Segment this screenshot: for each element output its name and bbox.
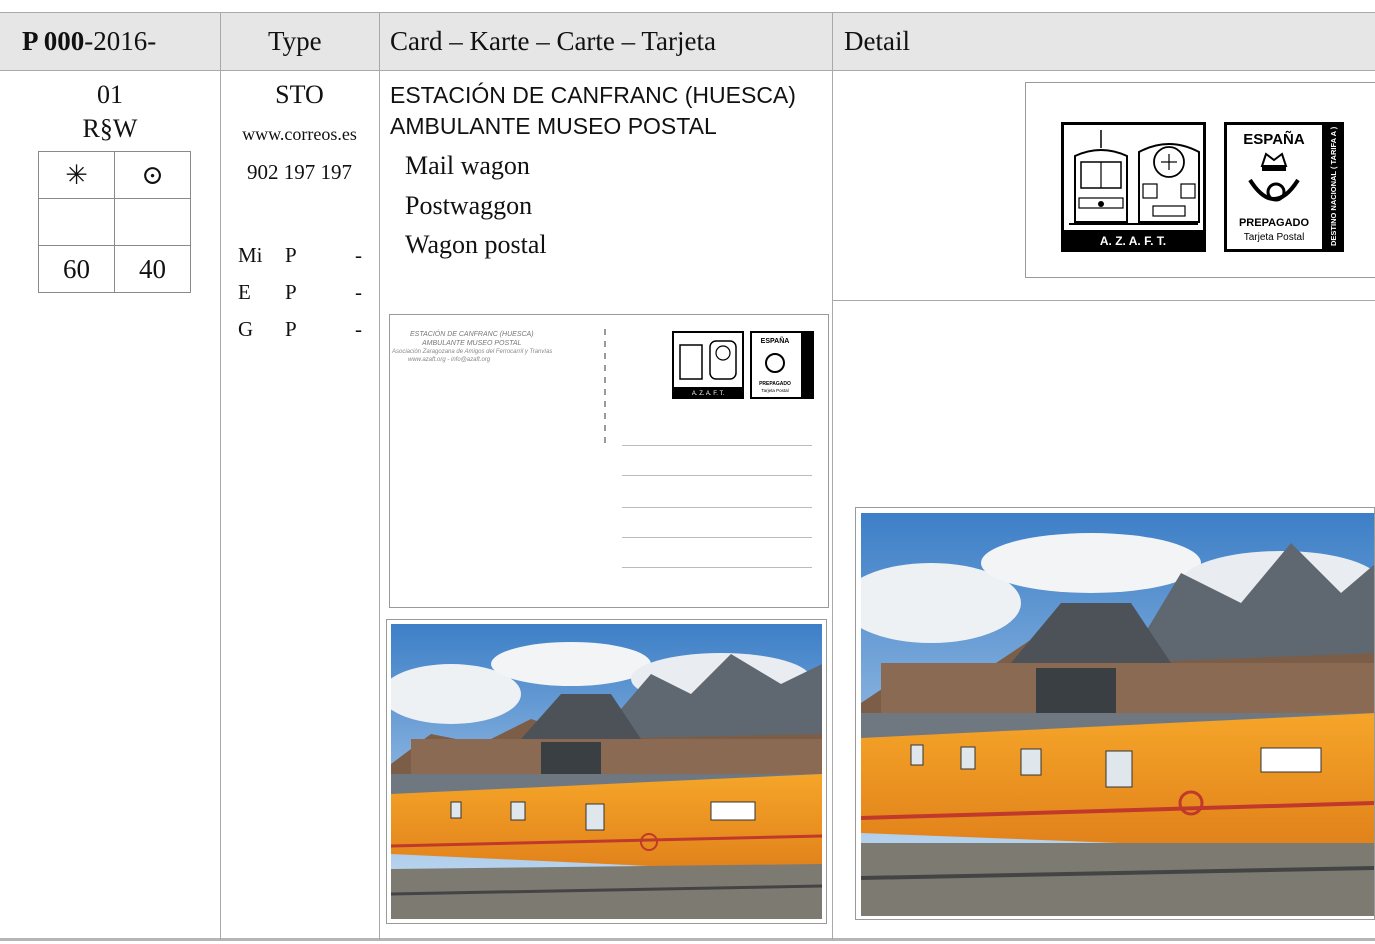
header-detail: Detail: [844, 26, 910, 56]
card-back-text-2: AMBULANTE MUSEO POSTAL: [422, 340, 522, 347]
header-top-border: [0, 12, 1375, 13]
empty-cell-used: [114, 198, 191, 246]
card-type-label: Tarjeta Postal: [1244, 232, 1305, 243]
stamp-detail-box: A. Z. A. F. T. DESTINO NACIONAL ( TARIFA…: [1025, 82, 1375, 278]
address-line-2: [622, 475, 812, 476]
catalog-code-g: P: [285, 317, 297, 341]
name-en: Mail wagon: [405, 151, 530, 180]
header-card: Card – Karte – Carte – Tarjeta: [390, 26, 716, 56]
detail-divider: [832, 300, 1375, 301]
catalog-code-e: P: [285, 280, 297, 304]
mini-azaft: A. Z. A. F. T.: [692, 391, 725, 397]
card-back-divider: [604, 329, 606, 449]
address-line-4: [622, 537, 812, 538]
destino-label: DESTINO NACIONAL ( TARIFA A ): [1329, 126, 1338, 246]
address-line-3: [622, 507, 812, 508]
used-icon: ⊙: [114, 151, 191, 199]
country-label: ESPAÑA: [1243, 130, 1305, 148]
mini-prepaid: PREPAGADO: [759, 381, 791, 387]
catalog-value-e: -: [355, 280, 362, 304]
catalog-name-mi: Mi: [238, 243, 263, 267]
station-train-photo: [387, 624, 823, 919]
name-de: Postwaggon: [405, 191, 533, 220]
header-type: Type: [268, 26, 322, 56]
address-line-1: [622, 445, 812, 446]
mini-card-type: Tarjeta Postal: [761, 388, 788, 393]
card-back-text-3: Asociación Zaragozana de Amigos del Ferr…: [392, 349, 553, 355]
mint-icon: ✳: [38, 151, 115, 199]
website: www.correos.es: [242, 124, 357, 144]
item-code: R§W: [82, 114, 138, 143]
catalog-value-g: -: [355, 317, 362, 341]
card-back-postal-stamp: ESPAÑA PREPAGADO Tarjeta Postal: [750, 331, 814, 399]
azaft-label: A. Z. A. F. T.: [1100, 234, 1166, 248]
catalog-name-e: E: [238, 280, 251, 304]
card-back-text-1: ESTACIÓN DE CANFRANC (HUESCA): [410, 331, 534, 338]
phone: 902 197 197: [247, 160, 352, 184]
mini-country: ESPAÑA: [761, 336, 790, 345]
name-fr: Wagon postal: [405, 230, 547, 259]
col-divider-1: [220, 12, 221, 940]
empty-cell-mint: [38, 198, 115, 246]
prepaid-label: PREPAGADO: [1239, 217, 1310, 229]
detail-photo: [855, 507, 1375, 920]
address-line-5: [622, 567, 812, 568]
catalog-code-mi: P: [285, 243, 297, 267]
card-back-train-stamp: A. Z. A. F. T.: [672, 331, 744, 399]
catalog-name-g: G: [238, 317, 254, 341]
col-divider-3: [832, 12, 833, 940]
col-divider-2: [379, 12, 380, 940]
item-number: 01: [97, 80, 123, 109]
type-code: STO: [275, 80, 324, 109]
card-back-image: ESTACIÓN DE CANFRANC (HUESCA) AMBULANTE …: [389, 314, 829, 608]
header-id: P 000-2016-: [22, 26, 157, 56]
price-mint: 60: [38, 245, 115, 293]
card-back-text-4: www.azaft.org - info@azaft.org: [408, 357, 491, 363]
detail-station-train-photo: [856, 513, 1374, 916]
card-front-image: [386, 619, 827, 924]
table-bottom-border: [0, 938, 1375, 941]
card-title-line1: ESTACIÓN DE CANFRANC (HUESCA): [390, 82, 796, 108]
header-bottom-border: [0, 70, 1375, 71]
azaft-train-stamp: A. Z. A. F. T.: [1061, 122, 1206, 252]
price-used: 40: [114, 245, 191, 293]
price-grid: ✳ ⊙ 60 40: [38, 151, 191, 293]
catalog-value-mi: -: [355, 243, 362, 267]
card-title-line2: AMBULANTE MUSEO POSTAL: [390, 113, 717, 139]
correos-prepaid-stamp: DESTINO NACIONAL ( TARIFA A ) ESPAÑA PRE…: [1224, 122, 1344, 252]
